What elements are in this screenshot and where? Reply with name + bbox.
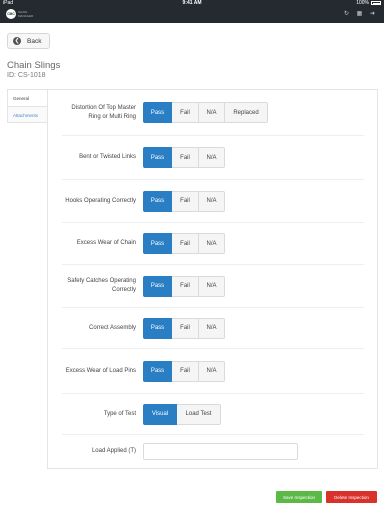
- back-arrow-icon: ❮: [13, 37, 21, 45]
- grid-icon[interactable]: ▦: [356, 11, 363, 18]
- na-option[interactable]: N/A: [199, 360, 225, 382]
- brand-line-2: MANAGER: [18, 13, 34, 18]
- visual-option[interactable]: Visual: [143, 403, 177, 425]
- refresh-icon[interactable]: ↻: [343, 11, 350, 18]
- test-type-toggle: Visual Load Test: [143, 403, 221, 425]
- section-tabs: General Attachments: [7, 89, 48, 123]
- result-toggle: Pass Fail N/A: [143, 275, 225, 297]
- result-toggle: Pass Fail N/A Replaced: [143, 102, 268, 123]
- app-logo: CMC: [6, 9, 16, 19]
- pass-option[interactable]: Pass: [143, 102, 172, 123]
- row-label: Excess Wear of Chain: [76, 240, 136, 246]
- row-hooks: Hooks Operating Correctly Pass Fail N/A: [62, 180, 364, 223]
- row-distortion: Distortion Of Top Master Ring or Multi R…: [62, 90, 364, 136]
- logout-icon[interactable]: ➜: [369, 11, 376, 18]
- save-inspection-button[interactable]: Save Inspection: [276, 491, 322, 503]
- row-label: Hooks Operating Correctly: [65, 197, 136, 204]
- tab-attachments[interactable]: Attachments: [7, 106, 48, 123]
- row-correct-assembly: Correct Assembly Pass Fail N/A: [62, 308, 364, 349]
- pass-option[interactable]: Pass: [143, 233, 172, 254]
- result-toggle: Pass Fail N/A: [143, 233, 225, 254]
- row-label: Bent or Twisted Links: [79, 154, 136, 160]
- fail-option[interactable]: Fail: [172, 190, 199, 212]
- pass-option[interactable]: Pass: [143, 190, 172, 212]
- row-safety-catches: Safety Catches Operating Correctly Pass …: [62, 265, 364, 308]
- na-option[interactable]: N/A: [199, 233, 225, 254]
- result-toggle: Pass Fail N/A: [143, 317, 225, 339]
- inspection-form: Distortion Of Top Master Ring or Multi R…: [47, 89, 378, 469]
- na-option[interactable]: N/A: [199, 190, 225, 212]
- na-option[interactable]: N/A: [199, 147, 225, 168]
- row-type-of-test: Type of Test Visual Load Test: [62, 394, 364, 435]
- pass-option[interactable]: Pass: [143, 275, 172, 297]
- row-label: Distortion Of Top Master Ring or Multi R…: [71, 104, 136, 120]
- pass-option[interactable]: Pass: [143, 360, 172, 382]
- tab-general[interactable]: General: [7, 89, 48, 106]
- fail-option[interactable]: Fail: [172, 147, 199, 168]
- na-option[interactable]: N/A: [199, 102, 225, 123]
- row-label: Load Applied (T): [91, 448, 136, 454]
- result-toggle: Pass Fail N/A: [143, 190, 225, 212]
- fail-option[interactable]: Fail: [172, 102, 199, 123]
- back-label: Back: [27, 37, 42, 45]
- row-label: Excess Wear of Load Pins: [65, 367, 136, 374]
- load-test-option[interactable]: Load Test: [177, 403, 221, 425]
- result-toggle: Pass Fail N/A: [143, 360, 225, 382]
- row-label: Type of Test: [103, 410, 136, 417]
- row-chain-wear: Excess Wear of Chain Pass Fail N/A: [62, 223, 364, 265]
- replaced-option[interactable]: Replaced: [225, 102, 268, 123]
- brand-name: CHAIN MANAGER: [18, 10, 34, 18]
- back-button[interactable]: ❮ Back: [7, 33, 50, 49]
- load-applied-input[interactable]: [143, 443, 298, 460]
- app-header: CMC CHAIN MANAGER ↻ ▦ ➜: [0, 6, 384, 23]
- row-load-applied: Load Applied (T): [62, 435, 364, 468]
- row-load-pins: Excess Wear of Load Pins Pass Fail N/A: [62, 349, 364, 394]
- row-bent-links: Bent or Twisted Links Pass Fail N/A: [62, 136, 364, 180]
- record-id: ID: CS-1018: [7, 72, 46, 79]
- fail-option[interactable]: Fail: [172, 275, 199, 297]
- delete-inspection-button[interactable]: Delete Inspection: [326, 491, 377, 503]
- fail-option[interactable]: Fail: [172, 233, 199, 254]
- fail-option[interactable]: Fail: [172, 360, 199, 382]
- result-toggle: Pass Fail N/A: [143, 147, 225, 168]
- pass-option[interactable]: Pass: [143, 147, 172, 168]
- row-label: Safety Catches Operating Correctly: [67, 278, 136, 293]
- pass-option[interactable]: Pass: [143, 317, 172, 339]
- page-title: Chain Slings: [7, 60, 61, 71]
- battery-icon: [371, 1, 381, 5]
- na-option[interactable]: N/A: [199, 317, 225, 339]
- na-option[interactable]: N/A: [199, 275, 225, 297]
- fail-option[interactable]: Fail: [172, 317, 199, 339]
- row-label: Correct Assembly: [88, 324, 136, 331]
